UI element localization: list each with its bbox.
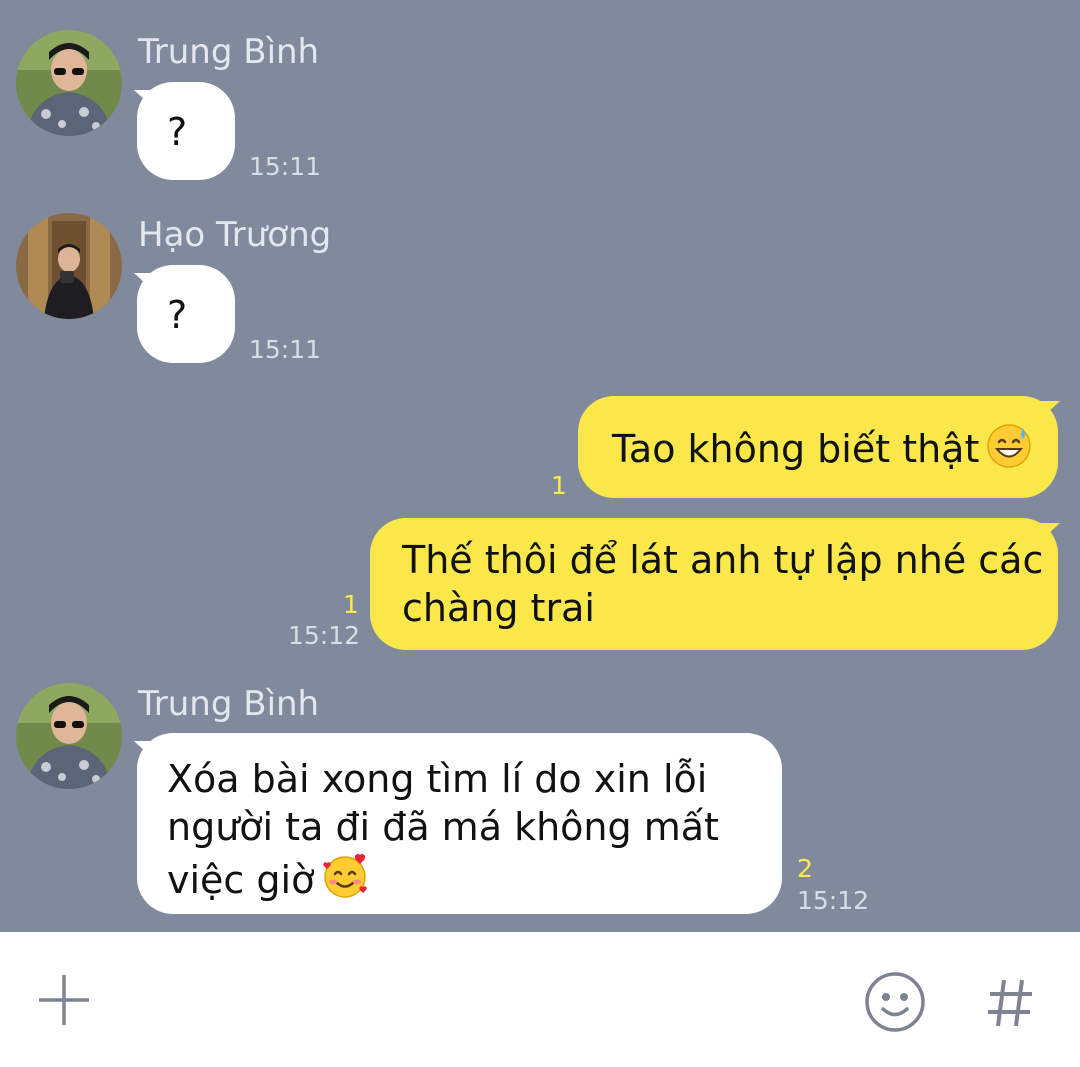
message-bubble[interactable]: ?	[137, 82, 235, 180]
avatar[interactable]	[16, 683, 122, 789]
smiling-hearts-emoji	[320, 851, 370, 901]
message-line: người ta đi đã má không mất	[167, 805, 719, 849]
message-time: 15:12	[797, 886, 870, 915]
message-bubble[interactable]: Thế thôi để lát anh tự lập nhé các chàng…	[370, 518, 1058, 650]
unread-count: 1	[551, 471, 567, 500]
message-bubble[interactable]: Tao không biết thật	[578, 396, 1058, 498]
message-line: chàng trai	[402, 586, 595, 630]
message-line: Xóa bài xong tìm lí do xin lỗi	[167, 757, 708, 801]
input-bar	[0, 932, 1080, 1067]
sender-name: Trung Bình	[138, 32, 320, 72]
message-list[interactable]: Trung Bình ? 15:11 Hạo Trương ? 15:11 Ta…	[0, 0, 1080, 932]
grinning-sweat-emoji	[985, 422, 1033, 470]
message-bubble[interactable]: ?	[137, 265, 235, 363]
plus-icon[interactable]	[36, 972, 92, 1028]
message-line: Thế thôi để lát anh tự lập nhé các	[402, 538, 1044, 582]
avatar[interactable]	[16, 30, 122, 136]
smiley-icon[interactable]	[864, 971, 926, 1033]
unread-count: 1	[343, 590, 359, 619]
sender-name: Hạo Trương	[138, 215, 332, 255]
avatar[interactable]	[16, 213, 122, 319]
message-bubble[interactable]: Xóa bài xong tìm lí do xin lỗi người ta …	[137, 733, 782, 914]
unread-count: 2	[797, 854, 813, 883]
chat-screen: Trung Bình ? 15:11 Hạo Trương ? 15:11 Ta…	[0, 0, 1080, 1067]
message-time: 15:11	[249, 335, 322, 364]
message-time: 15:12	[288, 621, 361, 650]
message-text: Tao không biết thật	[612, 427, 980, 471]
hash-icon[interactable]	[986, 976, 1034, 1030]
message-text: ?	[167, 110, 188, 154]
sender-name: Trung Bình	[138, 684, 320, 724]
message-time: 15:11	[249, 152, 322, 181]
message-line: việc giờ	[167, 858, 315, 902]
message-text: ?	[167, 293, 188, 337]
